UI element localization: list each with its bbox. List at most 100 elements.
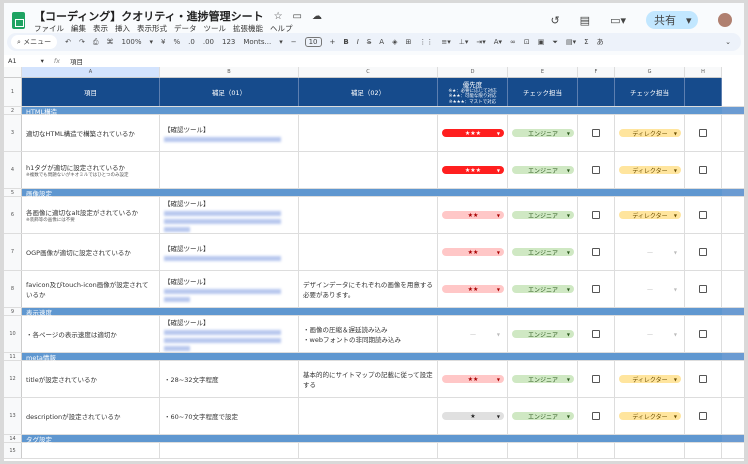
item-cell[interactable]: favicon及びtouch-icon画像が設定されているか	[22, 271, 160, 307]
checkbox[interactable]	[699, 248, 707, 256]
font-size-decrease[interactable]: −	[291, 38, 297, 46]
print-icon[interactable]: ⎙	[93, 38, 99, 47]
chevron-down-icon[interactable]: ▼	[497, 131, 500, 136]
supplement-02-cell[interactable]: デザインデータにそれぞれの画像を用意する必要があります。	[299, 271, 438, 307]
assignee-dropdown[interactable]: ディレクター ▼	[619, 412, 681, 421]
undo-icon[interactable]: ↶	[65, 38, 71, 46]
checkbox[interactable]	[592, 412, 600, 420]
priority-dropdown[interactable]: ★★ ▼	[442, 211, 504, 219]
chevron-down-icon[interactable]: ▼	[674, 414, 677, 419]
row-number[interactable]: 4	[4, 152, 22, 188]
assignee-dropdown[interactable]: ディレクター ▼	[619, 375, 681, 384]
director-cell[interactable]: — ▼	[615, 316, 685, 352]
supplement-02-cell[interactable]	[299, 197, 438, 233]
decrease-decimal-button[interactable]: .0	[188, 38, 195, 46]
engineer-cell[interactable]: エンジニア ▼	[508, 152, 578, 188]
menu-search[interactable]: ⌕ メニュー	[11, 35, 58, 49]
check-f-cell[interactable]	[578, 197, 615, 233]
row-number[interactable]: 3	[4, 115, 22, 151]
blurred-link[interactable]	[164, 137, 281, 142]
chevron-down-icon[interactable]: ▼	[497, 168, 500, 173]
row-number[interactable]: 7	[4, 234, 22, 270]
column-header-C[interactable]: C	[299, 67, 438, 78]
formula-input[interactable]: 項目	[70, 56, 83, 66]
supplement-02-cell[interactable]	[299, 398, 438, 434]
chevron-down-icon[interactable]: ▼	[497, 377, 500, 382]
check-f-cell[interactable]	[578, 398, 615, 434]
currency-button[interactable]: ¥	[161, 38, 165, 46]
row-number[interactable]: 13	[4, 398, 22, 434]
blurred-link[interactable]	[164, 289, 281, 294]
check-f-cell[interactable]	[578, 271, 615, 307]
redo-icon[interactable]: ↷	[79, 38, 85, 46]
filter-icon[interactable]: ⏷	[552, 38, 558, 47]
font-size-input[interactable]: 10	[304, 37, 322, 47]
checkbox[interactable]	[592, 211, 600, 219]
director-cell[interactable]: ディレクター ▼	[615, 152, 685, 188]
check-h-cell[interactable]	[685, 361, 722, 397]
item-cell[interactable]: titleが設定されているか	[22, 361, 160, 397]
director-cell[interactable]: ディレクター ▼	[615, 115, 685, 151]
column-header-E[interactable]: E	[508, 67, 578, 78]
engineer-cell[interactable]: エンジニア ▼	[508, 316, 578, 352]
supplement-01-cell[interactable]: 【確認ツール】	[160, 115, 299, 151]
header-item[interactable]: 項目	[22, 78, 160, 106]
row-number[interactable]: 8	[4, 271, 22, 307]
italic-button[interactable]: I	[357, 38, 359, 46]
check-f-cell[interactable]	[578, 234, 615, 270]
chevron-down-icon[interactable]: ▼	[567, 131, 570, 136]
blurred-link[interactable]	[164, 330, 281, 335]
chevron-down-icon[interactable]: ▼	[674, 377, 677, 382]
comment-insert-icon[interactable]: ⊡	[524, 38, 530, 46]
chevron-down-icon[interactable]: ▼	[674, 168, 677, 173]
engineer-cell[interactable]: エンジニア ▼	[508, 197, 578, 233]
name-box[interactable]: A1	[8, 57, 17, 65]
check-h-cell[interactable]	[685, 316, 722, 352]
chevron-down-icon[interactable]: ▼	[497, 213, 500, 218]
blurred-link[interactable]	[164, 346, 190, 351]
bold-button[interactable]: B	[343, 38, 348, 46]
director-cell[interactable]: — ▼	[615, 271, 685, 307]
document-title[interactable]: 【コーディング】クオリティ・進捗管理シート	[34, 8, 264, 24]
column-header-B[interactable]: B	[160, 67, 299, 78]
supplement-01-cell[interactable]: 【確認ツール】	[160, 316, 299, 352]
input-tools-button[interactable]: あ	[597, 37, 604, 47]
supplement-02-cell[interactable]	[299, 115, 438, 151]
assignee-dropdown[interactable]: エンジニア ▼	[512, 129, 574, 138]
chevron-down-icon[interactable]: ▼	[567, 377, 570, 382]
avatar[interactable]	[718, 13, 732, 27]
font-size-increase[interactable]: +	[330, 38, 336, 46]
assignee-dropdown[interactable]: — ▼	[619, 285, 681, 293]
supplement-01-cell[interactable]	[160, 152, 299, 188]
header-g[interactable]: チェック担当	[615, 78, 685, 106]
corner-cell[interactable]	[4, 67, 22, 78]
check-f-cell[interactable]	[578, 152, 615, 188]
row-number[interactable]: 12	[4, 361, 22, 397]
chevron-down-icon[interactable]: ▼	[674, 131, 677, 136]
row-number[interactable]: 10	[4, 316, 22, 352]
check-f-cell[interactable]	[578, 316, 615, 352]
comment-icon[interactable]: ▤	[580, 14, 590, 27]
supplement-01-cell[interactable]	[160, 443, 299, 458]
chevron-down-icon[interactable]: ▼	[674, 250, 677, 255]
blurred-link[interactable]	[164, 297, 190, 302]
assignee-dropdown[interactable]: ディレクター ▼	[619, 166, 681, 175]
paint-format-icon[interactable]: ⌘	[107, 38, 114, 46]
chevron-down-icon[interactable]: ▾	[686, 14, 692, 27]
assignee-dropdown[interactable]: エンジニア ▼	[512, 248, 574, 257]
row-number[interactable]: 14	[4, 435, 22, 442]
supplement-01-cell[interactable]: ・60~70文字程度で設定	[160, 398, 299, 434]
supplement-01-cell[interactable]: 【確認ツール】	[160, 271, 299, 307]
engineer-cell[interactable]: エンジニア ▼	[508, 398, 578, 434]
checkbox[interactable]	[592, 248, 600, 256]
functions-button[interactable]: Σ	[584, 38, 588, 46]
chevron-down-icon[interactable]: ▼	[674, 287, 677, 292]
priority-dropdown[interactable]: ★★ ▼	[442, 248, 504, 256]
priority-dropdown[interactable]: ★★★ ▼	[442, 129, 504, 137]
chevron-down-icon[interactable]: ▼	[497, 332, 500, 337]
star-icon[interactable]: ☆	[274, 11, 283, 22]
chart-icon[interactable]: ▣	[538, 38, 545, 46]
strikethrough-icon[interactable]: S̶	[367, 38, 371, 46]
checkbox[interactable]	[699, 330, 707, 338]
checkbox[interactable]	[699, 129, 707, 137]
